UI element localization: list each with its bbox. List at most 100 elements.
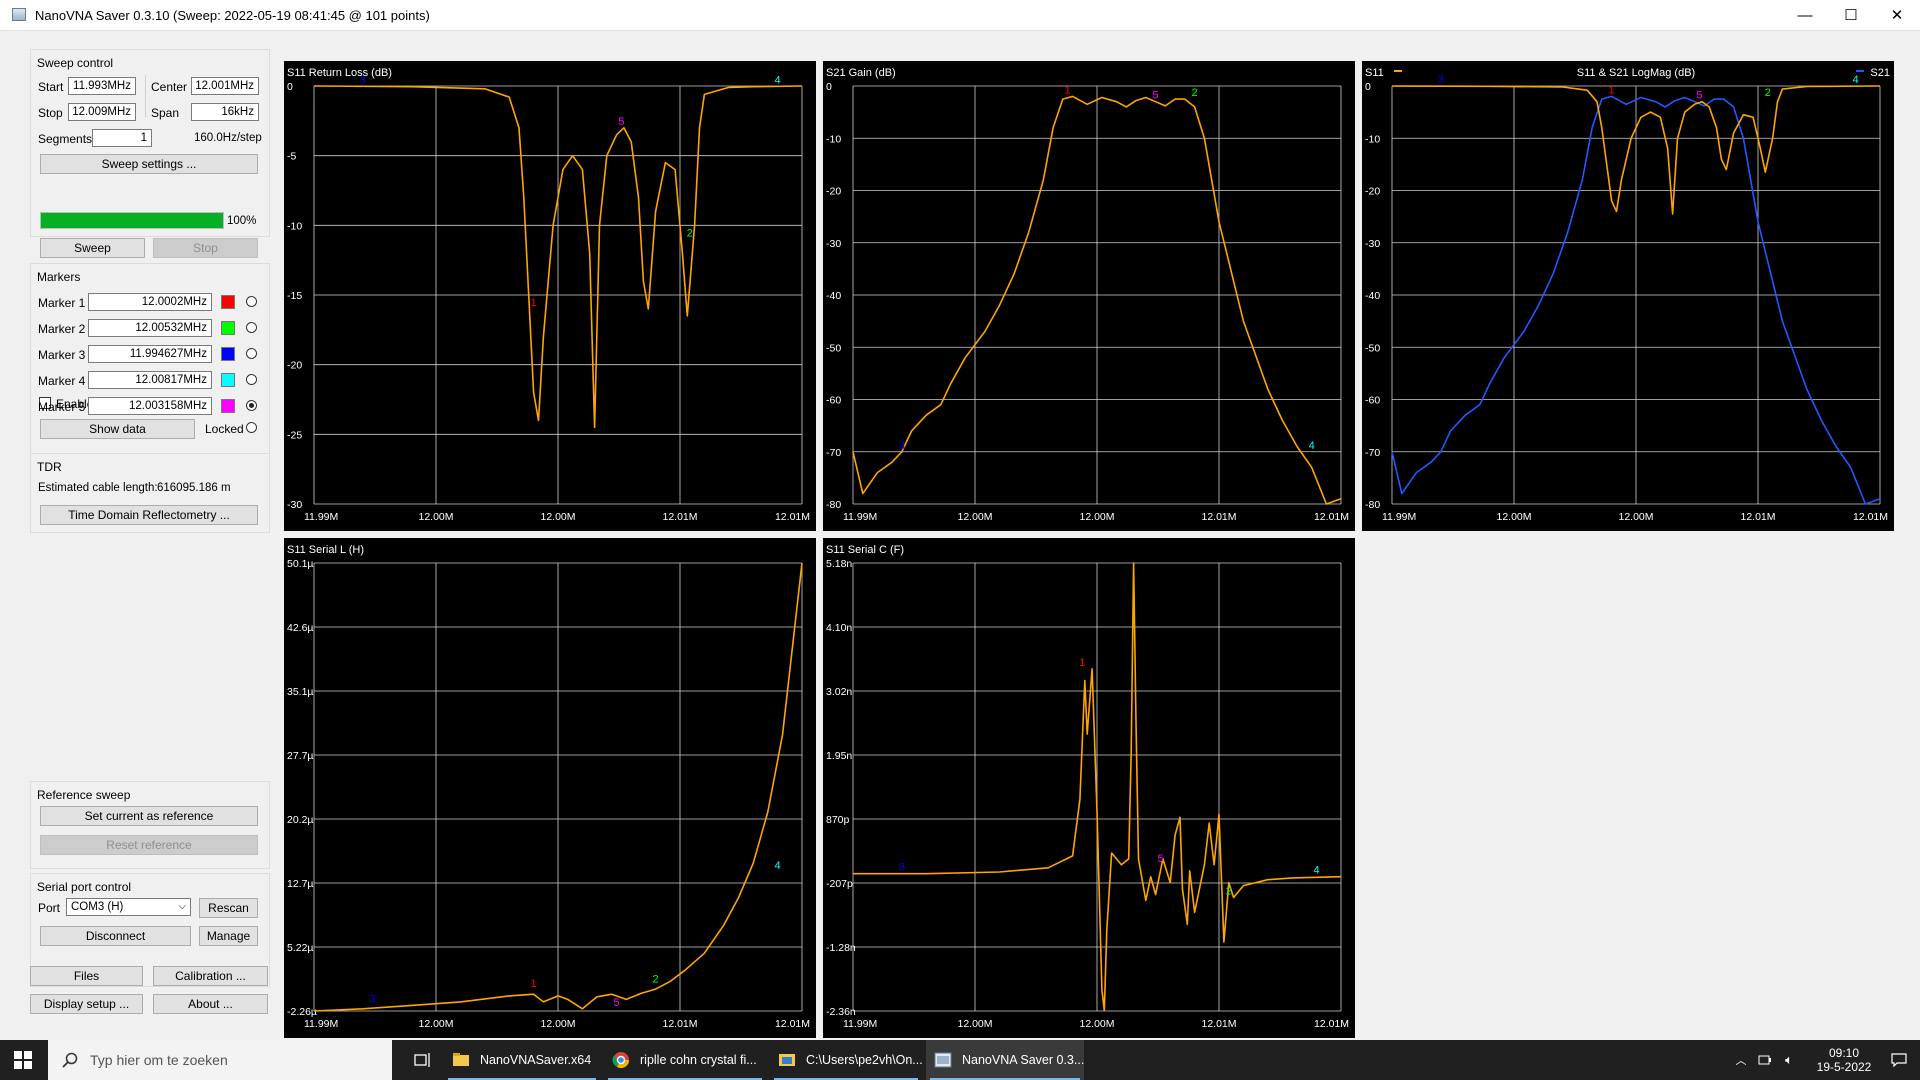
chart-s11-return-loss[interactable]: S11 Return Loss (dB) 0 -5 -10 -15 -20 -25 -30 11… <box>284 61 816 531</box>
stop-button[interactable]: Stop <box>153 238 258 258</box>
chart-title: S11 & S21 LogMag (dB) <box>1577 67 1695 79</box>
marker-label[interactable]: 3 <box>1438 74 1444 86</box>
x-tick-label: 12.00M <box>1079 511 1114 523</box>
legend-s21: S21 <box>1870 67 1890 79</box>
marker-5-active-radio[interactable] <box>246 400 257 411</box>
y-tick-label: -70 <box>826 447 841 459</box>
explorer-icon <box>779 1054 795 1066</box>
marker-label[interactable]: 3 <box>369 993 375 1005</box>
marker-4-active-radio[interactable] <box>246 374 257 385</box>
sweep-button[interactable]: Sweep <box>40 238 145 258</box>
sweep-settings-button[interactable]: Sweep settings ... <box>40 154 258 174</box>
marker-4-color-button[interactable] <box>221 373 235 387</box>
marker-2-color-button[interactable] <box>221 321 235 335</box>
manage-button[interactable]: Manage <box>199 926 258 946</box>
maximize-button[interactable]: ☐ <box>1828 0 1874 30</box>
notification-button[interactable] <box>1884 1040 1914 1080</box>
calibration-button[interactable]: Calibration ... <box>153 966 268 986</box>
rescan-button[interactable]: Rescan <box>199 898 258 918</box>
y-tick-label: -15 <box>287 290 302 302</box>
task-view-button[interactable] <box>403 1040 443 1080</box>
x-tick-label: 12.01M <box>1314 1018 1349 1030</box>
search-icon <box>62 1052 78 1068</box>
marker-label[interactable]: 3 <box>360 75 366 87</box>
marker-3-active-radio[interactable] <box>246 348 257 359</box>
port-select[interactable]: COM3 (H) ⌵ <box>66 898 191 916</box>
start-input[interactable]: 11.993MHz <box>68 77 136 95</box>
segments-input[interactable]: 1 <box>92 129 152 147</box>
marker-label[interactable]: 4 <box>775 75 781 87</box>
marker-label[interactable]: 4 <box>1309 440 1315 452</box>
taskbar-app-4[interactable]: NanoVNA Saver 0.3... <box>926 1040 1084 1080</box>
marker-label[interactable]: 4 <box>1314 865 1320 877</box>
marker-label[interactable]: 5 <box>1157 853 1163 865</box>
span-input[interactable]: 16kHz <box>191 103 259 121</box>
marker-5-color-button[interactable] <box>221 399 235 413</box>
marker-label[interactable]: 2 <box>653 974 659 986</box>
marker-1-active-radio[interactable] <box>246 296 257 307</box>
x-tick-label: 12.01M <box>1201 511 1236 523</box>
minimize-button[interactable]: — <box>1782 0 1828 30</box>
reset-reference-button[interactable]: Reset reference <box>40 835 258 855</box>
marker-label[interactable]: 1 <box>531 978 537 990</box>
y-tick-label: -30 <box>1365 238 1380 250</box>
chart-s21-gain[interactable]: S21 Gain (dB) 0 -10 -20 -30 -40 -50 -60 -70 -80 11… <box>823 61 1355 531</box>
marker-label[interactable]: 1 <box>531 297 537 309</box>
center-input[interactable]: 12.001MHz <box>191 77 259 95</box>
marker-5-frequency-input[interactable]: 12.003158MHz <box>88 397 212 415</box>
search-placeholder: Typ hier om te zoeken <box>90 1052 228 1068</box>
marker-label[interactable]: 5 <box>1696 90 1702 102</box>
taskbar-app-1[interactable]: NanoVNASaver.x64 <box>444 1040 600 1080</box>
marker-label[interactable]: 1 <box>1065 84 1071 96</box>
tdr-button[interactable]: Time Domain Reflectometry ... <box>40 505 258 525</box>
marker-label[interactable]: 2 <box>1192 87 1198 99</box>
clock[interactable]: 09:10 19-5-2022 <box>1808 1040 1880 1080</box>
marker-label[interactable]: 1 <box>1609 84 1615 96</box>
marker-2-frequency-input[interactable]: 12.00532MHz <box>88 319 212 337</box>
network-icon[interactable] <box>1756 1040 1774 1080</box>
chart-s11-serial-l[interactable]: S11 Serial L (H) 50.1µ 42.6µ 35.1µ 27.7µ 20.2… <box>284 538 816 1038</box>
marker-label[interactable]: 5 <box>613 997 619 1009</box>
marker-3-color-button[interactable] <box>221 347 235 361</box>
marker-label[interactable]: 2 <box>1765 87 1771 99</box>
marker-label[interactable]: 2 <box>1226 886 1232 898</box>
marker-label[interactable]: 3 <box>899 440 905 452</box>
taskbar-search-box[interactable]: Typ hier om te zoeken <box>48 1040 392 1080</box>
chart-s11-serial-c[interactable]: S11 Serial C (F) 5.18n 4.10n 3.02n 1.95n 870p… <box>823 538 1355 1038</box>
taskbar-app-2[interactable]: riplle cohn crystal fi... <box>604 1040 766 1080</box>
locked-radio[interactable] <box>246 422 257 433</box>
chart-s11-s21-logmag[interactable]: S11 S21 S11 & S21 LogMag (dB) 0 -10 -20 -30 -40… <box>1362 61 1894 531</box>
marker-1-frequency-input[interactable]: 12.0002MHz <box>88 293 212 311</box>
marker-2-active-radio[interactable] <box>246 322 257 333</box>
show-data-button[interactable]: Show data <box>40 419 195 439</box>
marker-2-label: Marker 2 <box>38 322 86 336</box>
stop-input[interactable]: 12.009MHz <box>68 103 136 121</box>
marker-1-color-button[interactable] <box>221 295 235 309</box>
marker-1-label: Marker 1 <box>38 296 86 310</box>
marker-4-frequency-input[interactable]: 12.00817MHz <box>88 371 212 389</box>
chart-title: S11 Return Loss (dB) <box>287 67 392 79</box>
marker-label[interactable]: 4 <box>775 860 781 872</box>
set-reference-button[interactable]: Set current as reference <box>40 806 258 826</box>
marker-label[interactable]: 5 <box>618 116 624 128</box>
close-button[interactable]: ✕ <box>1874 0 1920 30</box>
display-setup-button[interactable]: Display setup ... <box>30 994 143 1014</box>
y-tick-label: -5 <box>287 151 296 163</box>
chart-title: S11 Serial L (H) <box>287 544 364 556</box>
y-tick-label: 50.1µ <box>287 558 314 570</box>
chevron-up-icon[interactable]: ︿ <box>1734 1040 1748 1080</box>
marker-label[interactable]: 1 <box>1079 657 1085 669</box>
start-button[interactable] <box>0 1040 46 1080</box>
taskbar-app-3[interactable]: C:\Users\pe2vh\On... <box>770 1040 922 1080</box>
marker-label[interactable]: 2 <box>687 227 693 239</box>
serial-port-title: Serial port control <box>37 880 132 894</box>
files-button[interactable]: Files <box>30 966 143 986</box>
about-button[interactable]: About ... <box>153 994 268 1014</box>
marker-label[interactable]: 5 <box>1152 90 1158 102</box>
disconnect-button[interactable]: Disconnect <box>40 926 191 946</box>
volume-icon[interactable]: 🔈︎ <box>1780 1040 1798 1080</box>
notification-icon <box>1891 1053 1907 1067</box>
marker-3-frequency-input[interactable]: 11.994627MHz <box>88 345 212 363</box>
marker-label[interactable]: 3 <box>899 862 905 874</box>
marker-label[interactable]: 4 <box>1853 74 1859 86</box>
